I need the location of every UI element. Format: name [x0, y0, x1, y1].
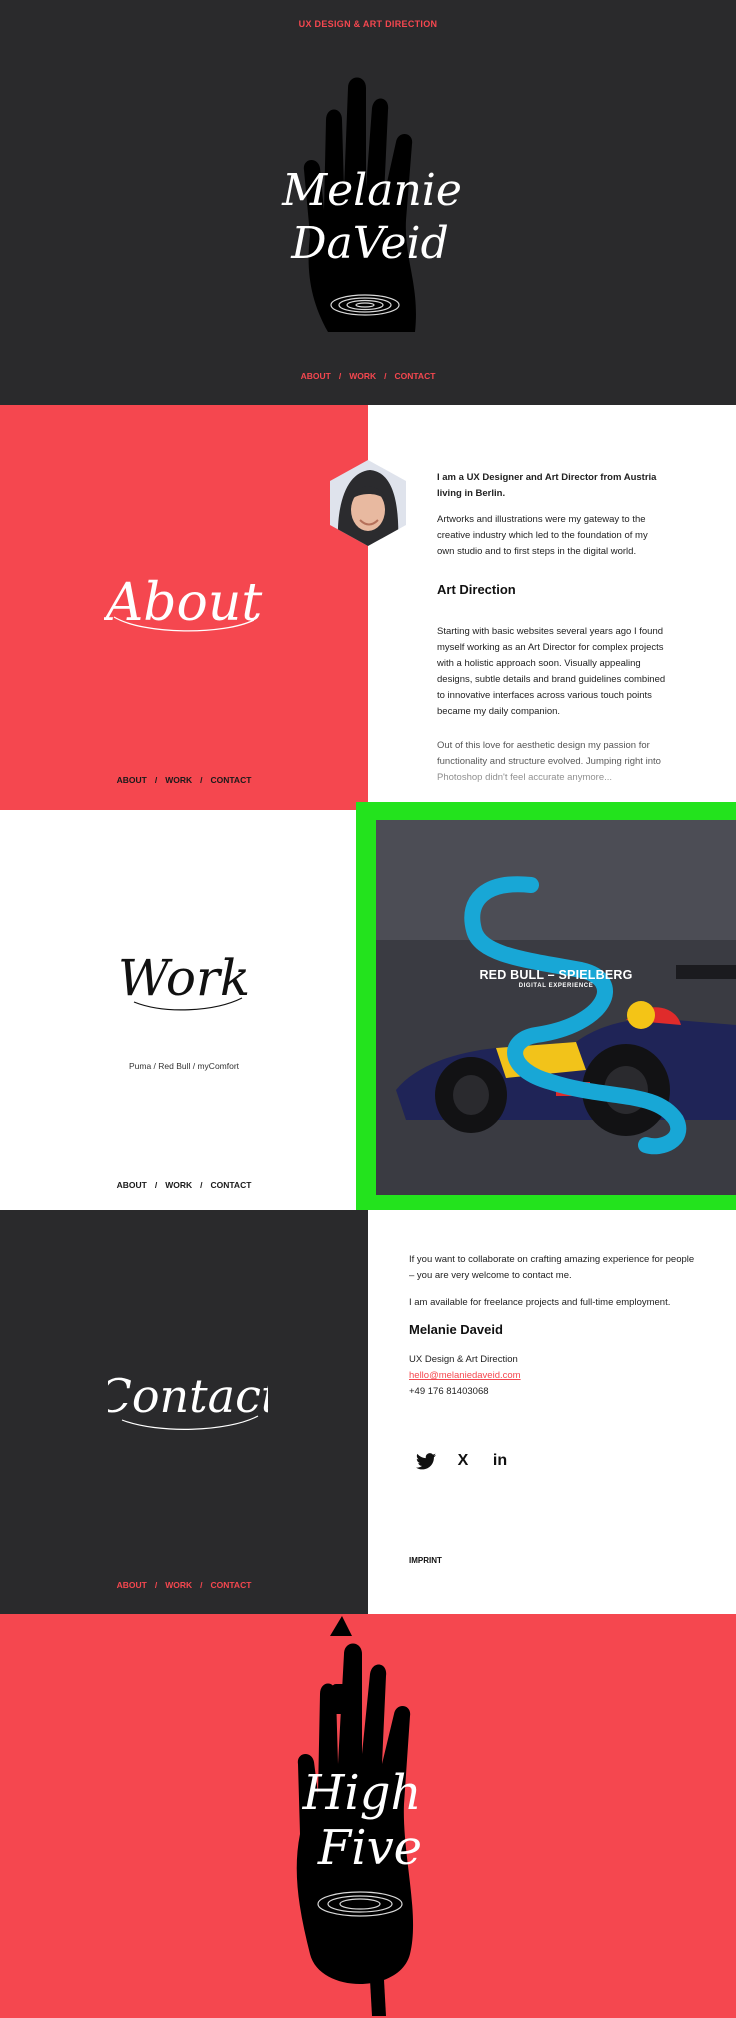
nav-about[interactable]: ABOUT	[117, 775, 147, 785]
contact-script-title: Contact	[108, 1369, 268, 1430]
nav-work[interactable]: WORK	[165, 775, 192, 785]
work-clients: Puma / Red Bull / myComfort	[128, 1061, 240, 1071]
contact-intro: If you want to collaborate on crafting a…	[409, 1254, 695, 1281]
hero-section: UX DESIGN & ART DIRECTION Melanie DaVeid…	[0, 0, 736, 405]
footer-script-line2: Five	[317, 1820, 422, 1876]
linkedin-icon[interactable]: in	[490, 1451, 510, 1471]
high-five-illustration: High Five	[296, 1616, 422, 2016]
hero-name-line2: DaVeid	[290, 218, 449, 269]
contact-role: UX Design & Art Direction	[409, 1354, 518, 1365]
nav-about[interactable]: ABOUT	[301, 371, 331, 381]
nav-contact[interactable]: CONTACT	[210, 775, 251, 785]
footer-section: High Five	[0, 1614, 736, 2018]
about-paragraph-1: Artworks and illustrations were my gatew…	[437, 514, 648, 557]
avatar	[330, 460, 406, 546]
nav-contact[interactable]: CONTACT	[210, 1580, 251, 1590]
hero-name-line1: Melanie	[281, 165, 462, 216]
work-panel: Work ABOUT / WORK / CONTACT	[0, 810, 368, 1210]
contact-availability: I am available for freelance projects an…	[409, 1297, 671, 1308]
project-card-redbull[interactable]: RED BULL – SPIELBERG DIGITAL EXPERIENCE	[376, 820, 736, 1195]
project-title: RED BULL – SPIELBERG	[479, 968, 633, 982]
page: UX DESIGN & ART DIRECTION Melanie DaVeid…	[0, 0, 736, 2018]
project-tag: DIGITAL EXPERIENCE	[518, 983, 594, 989]
hero-tagline: UX DESIGN & ART DIRECTION	[298, 19, 438, 29]
about-script-title: About	[104, 573, 262, 633]
hand-logo: Melanie DaVeid	[281, 77, 462, 332]
about-panel: About ABOUT / WORK / CONTACT	[0, 405, 368, 810]
hero-nav: ABOUT / WORK / CONTACT	[300, 371, 436, 381]
small-tree-icon	[330, 1616, 352, 1636]
work-script-title: Work	[118, 949, 250, 1011]
contact-panel: Contact ABOUT/WORK/CONTACT	[0, 1210, 368, 1614]
nav-about[interactable]: ABOUT	[117, 1180, 147, 1190]
svg-text:Work: Work	[118, 949, 250, 1007]
twitter-icon[interactable]	[416, 1451, 436, 1471]
nav-work[interactable]: WORK	[165, 1580, 192, 1590]
contact-name: Melanie Daveid	[409, 1322, 503, 1337]
nav-contact[interactable]: CONTACT	[394, 371, 435, 381]
contact-email-link[interactable]: hello@melaniedaveid.com	[409, 1368, 699, 1384]
imprint-link[interactable]: IMPRINT	[409, 1556, 442, 1565]
about-text: I am a UX Designer and Art Director from…	[437, 470, 667, 796]
about-heading: Art Direction	[437, 582, 516, 597]
svg-text:About: About	[104, 573, 262, 633]
race-car-image	[376, 820, 736, 1195]
social-links: X in	[416, 1451, 510, 1471]
contact-nav: ABOUT / WORK / CONTACT	[116, 1580, 252, 1590]
contact-text: If you want to collaborate on crafting a…	[409, 1252, 699, 1400]
about-lead: I am a UX Designer and Art Director from…	[437, 472, 657, 499]
footer-script-line1: High	[302, 1765, 422, 1821]
nav-about[interactable]: ABOUT	[117, 1580, 147, 1590]
nav-work[interactable]: WORK	[165, 1180, 192, 1190]
contact-phone: +49 176 81403068	[409, 1386, 489, 1397]
nav-work[interactable]: WORK	[349, 371, 376, 381]
about-paragraph-2: Starting with basic websites several yea…	[437, 626, 666, 717]
work-nav: ABOUT / WORK / CONTACT	[116, 1180, 252, 1190]
xing-icon[interactable]: X	[453, 1451, 473, 1471]
nav-contact[interactable]: CONTACT	[210, 1180, 251, 1190]
svg-text:Contact: Contact	[108, 1369, 268, 1423]
about-nav: ABOUT / WORK / CONTACT	[116, 775, 252, 785]
